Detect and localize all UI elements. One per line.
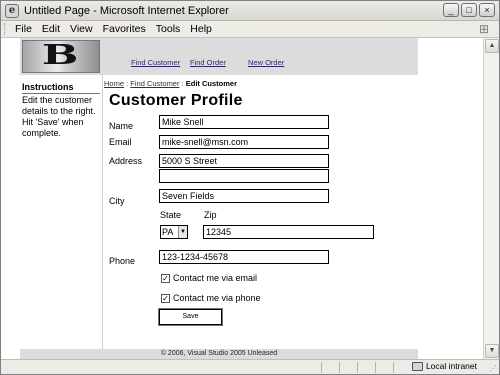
contact-email-checkbox[interactable]: ✓ [161, 273, 170, 283]
breadcrumb-separator: : [126, 79, 129, 88]
city-label: City [109, 196, 125, 206]
close-button[interactable]: × [479, 3, 495, 17]
contact-phone-checkbox[interactable]: ✓ [161, 293, 170, 303]
breadcrumb-home[interactable]: Home [104, 79, 124, 88]
nav-new-order[interactable]: New Order [248, 58, 284, 67]
menu-file[interactable]: File [11, 23, 38, 35]
vertical-scrollbar[interactable]: ▲ ▼ [483, 38, 499, 359]
breadcrumb-find-customer[interactable]: Find Customer [130, 79, 179, 88]
security-zone-label: Local intranet [425, 361, 477, 371]
address-label: Address [109, 156, 143, 166]
zip-field[interactable]: 12345 [203, 225, 374, 239]
chevron-down-icon[interactable]: ▼ [178, 226, 187, 238]
status-divider [393, 362, 394, 373]
windows-logo-icon: ⊞ [478, 22, 490, 36]
scroll-down-icon[interactable]: ▼ [485, 344, 499, 358]
menu-edit[interactable]: Edit [38, 23, 66, 35]
contact-email-label: Contact me via email [173, 273, 258, 283]
state-label: State [160, 210, 182, 220]
title-bar[interactable]: e Untitled Page - Microsoft Internet Exp… [1, 1, 499, 21]
scroll-up-icon[interactable]: ▲ [485, 39, 499, 53]
menu-favorites[interactable]: Favorites [99, 23, 152, 35]
security-zone[interactable]: Local intranet [411, 361, 477, 371]
zip-label: Zip [204, 210, 217, 220]
resize-grip-icon[interactable]: ⋰ [489, 364, 497, 373]
name-label: Name [109, 121, 134, 131]
save-button[interactable]: Save [158, 308, 223, 326]
address-line1-field[interactable]: 5000 S Street [159, 154, 329, 168]
maximize-button[interactable]: □ [461, 3, 477, 17]
logo-letter: B [41, 40, 81, 71]
nav-find-customer[interactable]: Find Customer [131, 58, 180, 67]
contact-phone-label: Contact me via phone [173, 293, 261, 303]
phone-field[interactable]: 123-1234-45678 [159, 250, 329, 264]
minimize-button[interactable]: _ [443, 3, 459, 17]
address-line2-field[interactable] [159, 169, 329, 183]
menu-help[interactable]: Help [186, 23, 218, 35]
page-title: Customer Profile [109, 92, 243, 109]
phone-label: Phone [109, 256, 136, 266]
instructions-text: Edit the customer details to the right. … [22, 95, 96, 138]
nav-find-order[interactable]: Find Order [190, 58, 226, 67]
toolbar-grip[interactable] [4, 23, 7, 35]
site-banner: B Find Customer Find Order New Order [20, 38, 418, 75]
email-field[interactable]: mike-snell@msn.com [159, 135, 329, 149]
status-bar: Local intranet ⋰ [1, 359, 499, 374]
contact-phone-option[interactable]: ✓ Contact me via phone [161, 293, 261, 303]
intranet-icon [411, 361, 423, 371]
page-viewport: B Find Customer Find Order New Order Ins… [1, 38, 483, 359]
state-select[interactable]: PA ▼ [160, 225, 188, 239]
contact-email-option[interactable]: ✓ Contact me via email [161, 273, 257, 283]
menu-view[interactable]: View [66, 23, 99, 35]
breadcrumb-separator: : [181, 79, 184, 88]
instructions-title: Instructions [22, 82, 100, 94]
status-divider [321, 362, 322, 373]
content-divider [102, 75, 103, 351]
ie-icon: e [5, 3, 19, 18]
breadcrumb: Home : Find Customer : Edit Customer [104, 79, 237, 88]
status-divider [357, 362, 358, 373]
email-label: Email [109, 137, 132, 147]
status-divider [375, 362, 376, 373]
breadcrumb-current: Edit Customer [185, 79, 238, 88]
state-select-value: PA [162, 227, 174, 237]
status-divider [339, 362, 340, 373]
menu-tools[interactable]: Tools [152, 23, 187, 35]
window-title: Untitled Page - Microsoft Internet Explo… [24, 4, 229, 17]
site-logo: B [22, 40, 100, 73]
name-field[interactable]: Mike Snell [159, 115, 329, 129]
city-field[interactable]: Seven Fields [159, 189, 329, 203]
page-footer: © 2006, Visual Studio 2005 Unleased [20, 349, 418, 359]
menu-bar: File Edit View Favorites Tools Help ⊞ [1, 21, 499, 38]
